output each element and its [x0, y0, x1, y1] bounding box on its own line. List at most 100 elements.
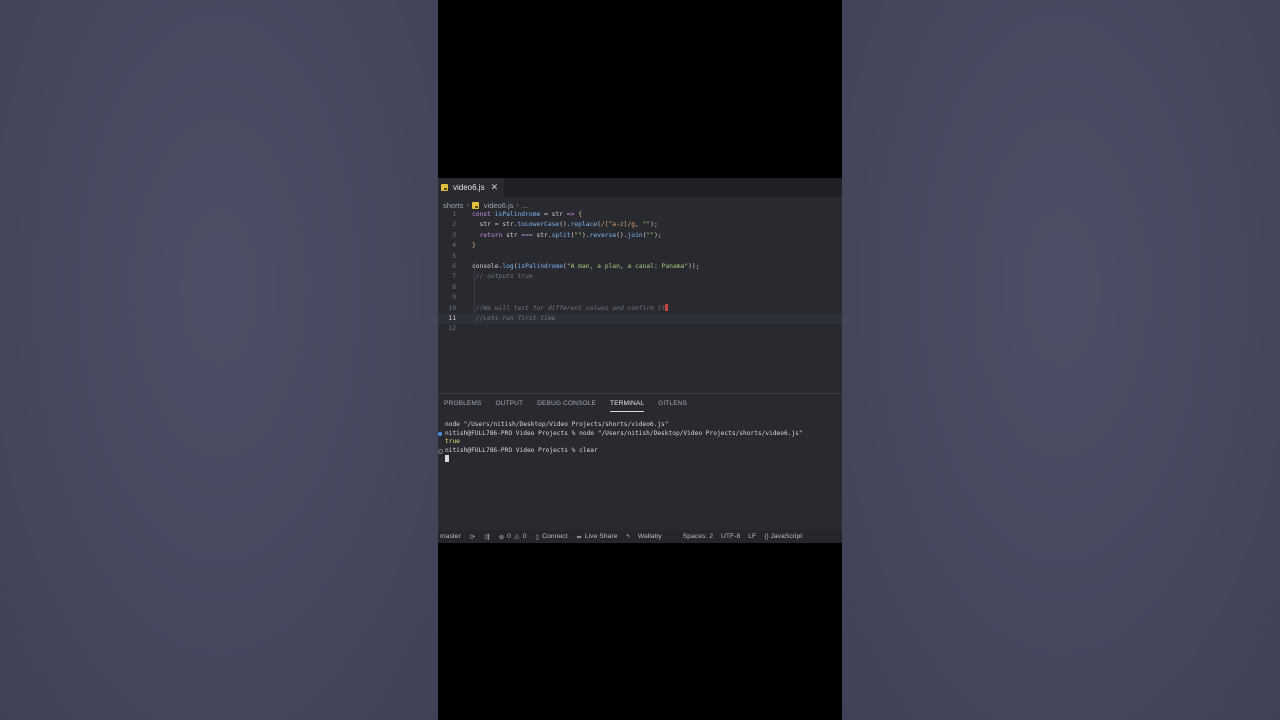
code-token: isPalindrome — [494, 211, 541, 218]
code-line[interactable]: 12 — [438, 324, 842, 334]
code-token: (). — [616, 231, 628, 239]
tab-output[interactable]: OUTPUT — [495, 399, 523, 411]
code-line[interactable]: 10 //We will test for different values a… — [438, 304, 842, 314]
right-backdrop — [842, 0, 1280, 720]
line-content: } — [472, 241, 476, 251]
tab-problems[interactable]: PROBLEMS — [444, 399, 481, 411]
code-line[interactable]: 5 — [438, 252, 842, 262]
line-number: 8 — [452, 283, 456, 291]
eol-selector[interactable]: LF — [748, 533, 756, 540]
code-line[interactable]: 9 — [438, 293, 842, 303]
code-token: ). — [582, 231, 590, 239]
code-token: } — [472, 242, 476, 250]
code-token: (). — [559, 221, 571, 229]
error-icon: ⊗ — [498, 533, 505, 541]
command-pending-dot-icon — [438, 449, 443, 454]
indentation-selector[interactable]: Spaces: 2 — [683, 533, 713, 540]
tab-terminal[interactable]: TERMINAL — [610, 399, 645, 412]
line-number: 6 — [452, 263, 456, 270]
code-line[interactable]: 7 // outputs true — [438, 272, 842, 282]
code-token: //We will test for different values and … — [472, 304, 666, 312]
code-token: log — [502, 263, 514, 270]
line-number: 11 — [448, 315, 456, 322]
code-line[interactable]: 1 const isPalindrome = str => { — [438, 210, 842, 220]
line-number: 5 — [452, 252, 456, 260]
line-content: str = str.toLowerCase().replace(/[^a-z]/… — [472, 220, 658, 230]
connect-button[interactable]: ▯ Connect — [536, 533, 568, 541]
code-area[interactable]: 1 const isPalindrome = str => {2 str = st… — [438, 210, 842, 335]
chevron-right-icon: › — [516, 201, 519, 209]
line-content: // outputs true — [472, 272, 533, 282]
terminal-output[interactable]: node "/Users/nitish/Desktop/Video Projec… — [438, 418, 842, 528]
code-line[interactable]: 3 return str === str.split("").reverse()… — [438, 231, 842, 241]
tab-title: video6.js — [453, 183, 485, 192]
code-token: return — [472, 231, 507, 239]
git-branch[interactable]: master — [440, 533, 461, 540]
problems-indicator[interactable]: ⊗ 0 ⚠ 0 — [499, 533, 527, 541]
javascript-file-icon — [471, 201, 479, 209]
wallaby-button[interactable]: ϟ Wallaby — [626, 533, 661, 540]
code-token: //Lets run first time — [472, 315, 556, 322]
tab-debug-console[interactable]: DEBUG CONSOLE — [537, 399, 596, 411]
code-token: "" — [574, 231, 582, 239]
breadcrumb-file[interactable]: video6.js — [484, 201, 514, 210]
terminal-line: nitish@FULL786-PRO Video Projects % node… — [445, 429, 803, 437]
javascript-file-icon — [441, 184, 448, 191]
tab-gitlens[interactable]: GITLENS — [658, 399, 687, 411]
live-share-label: Live Share — [584, 533, 618, 540]
line-number: 3 — [452, 231, 456, 239]
code-token: str = str. — [472, 221, 518, 229]
video-frame: video6.js ✕ shorts › video6.js › ... 1 co… — [438, 0, 842, 720]
line-content: console.log(isPalindrome("A man, a plan,… — [472, 262, 700, 272]
error-count: 0 — [507, 533, 511, 540]
wallaby-label: Wallaby — [637, 533, 662, 540]
panel-tab-bar: PROBLEMS OUTPUT DEBUG CONSOLE TERMINAL GITLE… — [444, 399, 687, 412]
chevron-right-icon: › — [466, 201, 469, 209]
code-token: { — [578, 211, 582, 218]
code-token: = str — [540, 211, 567, 218]
status-bar: master ⟳ ⇶ ⊗ 0 ⚠ 0 ▯ Connect ➦ Live Shar… — [438, 530, 842, 543]
code-token: str. — [532, 231, 552, 239]
command-success-dot-icon — [438, 432, 442, 436]
code-line[interactable]: 6 console.log(isPalindrome("A man, a plan… — [438, 262, 842, 272]
code-token: toLowerCase — [517, 221, 560, 229]
panel-divider — [438, 393, 842, 394]
connect-label: Connect — [542, 533, 568, 540]
code-line[interactable]: 8 — [438, 283, 842, 293]
live-share-button[interactable]: ➦ Live Share — [576, 533, 617, 541]
code-line[interactable]: 4} — [438, 241, 842, 251]
code-token: isPalindrome — [517, 263, 564, 270]
line-number: 7 — [452, 273, 456, 281]
encoding-selector[interactable]: UTF-8 — [721, 533, 740, 540]
breadcrumb-symbol[interactable]: ... — [522, 201, 528, 210]
code-token: replace — [570, 221, 598, 229]
terminal-line: node "/Users/nitish/Desktop/Video Projec… — [445, 421, 669, 428]
line-content: //Lets run first time — [472, 314, 556, 324]
language-label: JavaScript — [770, 533, 803, 540]
terminal-prompt[interactable] — [445, 455, 449, 464]
code-token: join — [627, 231, 643, 239]
close-icon[interactable]: ✕ — [491, 183, 499, 192]
status-right: Spaces: 2 UTF-8 LF {} JavaScript — [683, 533, 802, 540]
left-backdrop — [0, 0, 438, 720]
code-token: // outputs true — [472, 273, 533, 281]
line-number: 2 — [452, 221, 456, 229]
line-number: 9 — [452, 294, 456, 302]
text-cursor — [665, 304, 669, 312]
breadcrumb-folder[interactable]: shorts — [443, 201, 463, 210]
code-token: /[^a-z]/g — [600, 221, 636, 229]
language-selector[interactable]: {} JavaScript — [764, 533, 802, 540]
code-token: "A man, a plan, a canal: Panama" — [566, 263, 689, 270]
editor-tab-bar: video6.js ✕ — [438, 178, 842, 197]
sync-button[interactable]: ⟳ — [470, 533, 475, 541]
code-line[interactable]: 2 str = str.toLowerCase().replace(/[^a-z… — [438, 220, 842, 230]
code-token: === — [521, 231, 533, 239]
code-token: ); — [654, 231, 662, 239]
code-editor-window: video6.js ✕ shorts › video6.js › ... 1 co… — [438, 178, 842, 543]
code-line[interactable]: 11 //Lets run first time — [438, 314, 842, 325]
code-token: reverse — [589, 231, 617, 239]
terminal-output-value: true — [445, 438, 460, 445]
branch-label: master — [440, 533, 461, 540]
run-button[interactable]: ⇶ — [484, 533, 489, 541]
editor-tab-video6[interactable]: video6.js ✕ — [438, 178, 504, 197]
